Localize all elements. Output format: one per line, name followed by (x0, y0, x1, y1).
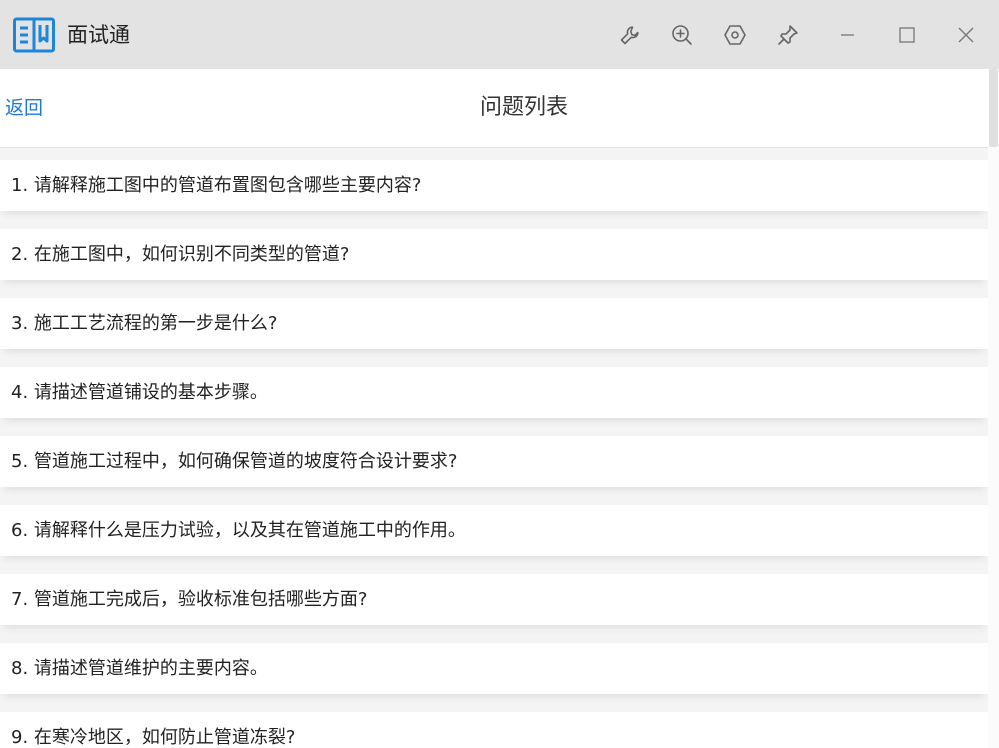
content-area: 返回 问题列表 1. 请解释施工图中的管道布置图包含哪些主要内容? 2. 在施工… (0, 69, 988, 748)
vertical-scrollbar[interactable] (988, 69, 999, 748)
list-item[interactable]: 4. 请描述管道铺设的基本步骤。 (0, 367, 988, 418)
wrench-icon[interactable] (615, 20, 645, 50)
maximize-icon[interactable] (892, 20, 922, 50)
list-item[interactable]: 8. 请描述管道维护的主要内容。 (0, 643, 988, 694)
question-text: 9. 在寒冷地区，如何防止管道冻裂? (11, 726, 296, 748)
question-text: 7. 管道施工完成后，验收标准包括哪些方面? (11, 588, 368, 610)
list-item[interactable]: 3. 施工工艺流程的第一步是什么? (0, 298, 988, 349)
title-bar: 面试通 (0, 0, 999, 69)
list-item[interactable]: 9. 在寒冷地区，如何防止管道冻裂? (0, 712, 988, 748)
question-text: 2. 在施工图中，如何识别不同类型的管道? (11, 243, 350, 265)
app-title: 面试通 (67, 23, 130, 47)
minimize-icon[interactable] (832, 20, 862, 50)
question-text: 1. 请解释施工图中的管道布置图包含哪些主要内容? (11, 174, 422, 196)
pin-icon[interactable] (773, 20, 803, 50)
question-text: 5. 管道施工过程中，如何确保管道的坡度符合设计要求? (11, 450, 458, 472)
question-text: 3. 施工工艺流程的第一步是什么? (11, 312, 278, 334)
close-icon[interactable] (951, 20, 981, 50)
list-item[interactable]: 2. 在施工图中，如何识别不同类型的管道? (0, 229, 988, 280)
list-item[interactable]: 5. 管道施工过程中，如何确保管道的坡度符合设计要求? (0, 436, 988, 487)
question-text: 6. 请解释什么是压力试验，以及其在管道施工中的作用。 (11, 519, 466, 541)
page-title: 问题列表 (479, 95, 568, 120)
question-text: 8. 请描述管道维护的主要内容。 (11, 657, 268, 679)
list-item[interactable]: 7. 管道施工完成后，验收标准包括哪些方面? (0, 574, 988, 625)
scrollbar-thumb[interactable] (989, 69, 998, 147)
question-text: 4. 请描述管道铺设的基本步骤。 (11, 381, 268, 403)
list-item[interactable]: 6. 请解释什么是压力试验，以及其在管道施工中的作用。 (0, 505, 988, 556)
question-list: 1. 请解释施工图中的管道布置图包含哪些主要内容? 2. 在施工图中，如何识别不… (0, 160, 988, 748)
app-window: 面试通 返回 问题列表 1. 请解释施工图中的管道布置图包含哪些主要内容? 2.… (0, 0, 999, 748)
settings-hex-icon[interactable] (720, 20, 750, 50)
zoom-in-icon[interactable] (667, 20, 697, 50)
list-item[interactable]: 1. 请解释施工图中的管道布置图包含哪些主要内容? (0, 160, 988, 211)
nav-header: 返回 问题列表 (0, 69, 988, 148)
book-icon (13, 17, 55, 53)
